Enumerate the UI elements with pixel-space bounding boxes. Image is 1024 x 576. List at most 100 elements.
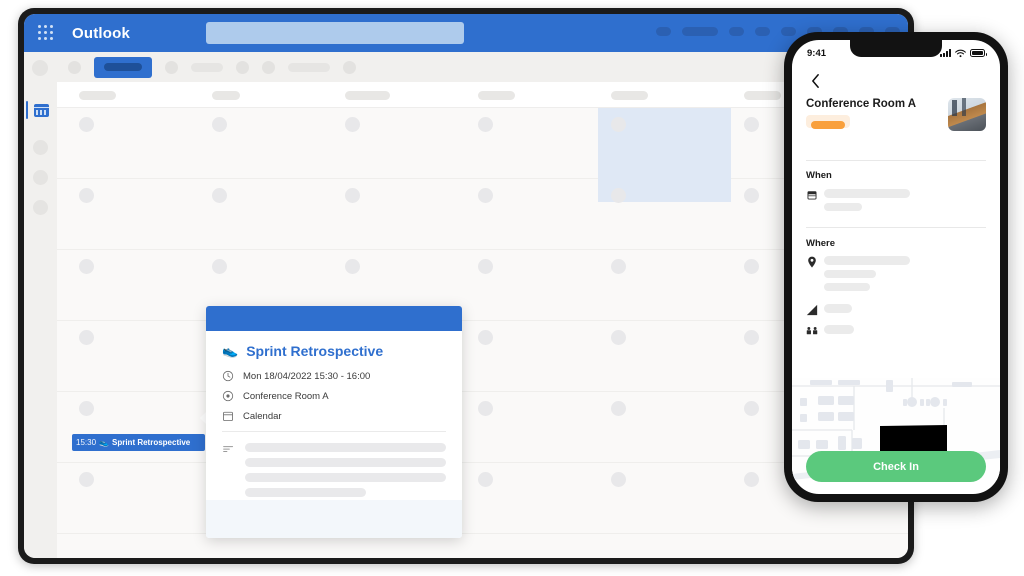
column-header-3 xyxy=(345,91,390,100)
left-navigation-rail xyxy=(24,60,57,558)
where-line-1 xyxy=(824,256,910,265)
clock-icon xyxy=(222,370,234,382)
day-cell-marker xyxy=(478,117,493,132)
where-section-label: Where xyxy=(806,238,836,249)
laptop-device-frame: Outlook 15:30 👟 Sprint Retrospective 👟 S… xyxy=(18,8,914,564)
notes-line xyxy=(245,473,446,482)
wifi-icon xyxy=(955,49,966,57)
day-cell-marker xyxy=(212,117,227,132)
calendar-week-row[interactable] xyxy=(57,321,908,392)
day-cell-marker xyxy=(611,472,626,487)
header-icon-3[interactable] xyxy=(729,27,744,36)
cellular-signal-icon xyxy=(940,49,951,57)
rail-item-4[interactable] xyxy=(33,200,48,215)
day-cell-marker xyxy=(345,117,360,132)
day-cell-marker xyxy=(744,117,759,132)
day-cell-marker xyxy=(611,188,626,203)
header-icon-5[interactable] xyxy=(781,27,796,36)
day-cell-marker xyxy=(744,259,759,274)
day-cell-marker xyxy=(478,401,493,416)
toolbar-item-3[interactable] xyxy=(191,62,223,72)
running-shoe-icon: 👟 xyxy=(99,438,109,447)
toolbar-icon-1[interactable] xyxy=(68,60,81,74)
day-cell-marker xyxy=(478,472,493,487)
calendar-event-chip[interactable]: 15:30 👟 Sprint Retrospective xyxy=(72,434,205,451)
day-cell-marker xyxy=(744,188,759,203)
location-pin-icon xyxy=(808,256,816,268)
toolbar-active-button[interactable] xyxy=(94,56,152,78)
toolbar-icon-4[interactable] xyxy=(236,60,249,74)
seats-capacity-icon xyxy=(806,327,818,335)
calendar-grid: 15:30 👟 Sprint Retrospective xyxy=(57,82,908,558)
day-cell-marker xyxy=(79,188,94,203)
notes-line xyxy=(245,458,446,467)
search-input[interactable] xyxy=(206,22,464,44)
day-cell-marker xyxy=(478,330,493,345)
when-section-label: When xyxy=(806,170,832,181)
battery-full-icon xyxy=(970,49,987,57)
column-header-5 xyxy=(611,91,648,100)
rail-item-top[interactable] xyxy=(32,60,48,76)
event-time-text: Mon 18/04/2022 15:30 - 16:00 xyxy=(243,370,371,382)
toolbar-icon-5[interactable] xyxy=(262,60,275,74)
calendar-icon xyxy=(33,103,49,117)
laptop-screen: Outlook 15:30 👟 Sprint Retrospective 👟 S… xyxy=(24,14,908,558)
status-time: 9:41 xyxy=(807,47,827,59)
calendar-toolbar xyxy=(24,52,908,82)
app-title: Outlook xyxy=(72,24,131,42)
column-header-6 xyxy=(744,91,781,100)
capacity-signal-line xyxy=(824,304,852,313)
day-cell-marker xyxy=(212,259,227,274)
calendar-column-headers xyxy=(57,82,908,108)
day-cell-marker xyxy=(345,259,360,274)
where-line-2 xyxy=(824,270,876,278)
outlook-header-bar: Outlook xyxy=(24,14,908,52)
room-header-text: Conference Room A xyxy=(806,98,917,129)
day-cell-marker xyxy=(345,188,360,203)
when-line-1 xyxy=(824,189,910,198)
status-badge xyxy=(806,115,850,129)
room-name: Conference Room A xyxy=(806,98,917,110)
day-cell-marker xyxy=(478,188,493,203)
app-launcher-waffle-icon[interactable] xyxy=(38,25,54,41)
event-calendar-row: Calendar xyxy=(222,410,446,422)
calendar-icon xyxy=(223,411,233,421)
conference-room-photo[interactable] xyxy=(948,98,986,131)
chevron-left-icon xyxy=(811,74,819,88)
day-cell-marker xyxy=(611,401,626,416)
toolbar-item-6[interactable] xyxy=(288,62,330,72)
calendar-week-row[interactable] xyxy=(57,463,908,534)
day-cell-marker xyxy=(79,330,94,345)
rail-item-2[interactable] xyxy=(33,140,48,155)
calendar-week-row[interactable] xyxy=(57,392,908,463)
calendar-week-row[interactable] xyxy=(57,179,908,250)
day-cell-marker xyxy=(744,472,759,487)
where-line-3 xyxy=(824,283,870,291)
day-cell-marker xyxy=(611,330,626,345)
check-in-button[interactable]: Check In xyxy=(806,451,986,482)
popup-footer xyxy=(206,500,462,538)
back-button[interactable] xyxy=(806,72,824,90)
rail-item-3[interactable] xyxy=(33,170,48,185)
status-icon-group xyxy=(940,49,987,58)
event-chip-title: Sprint Retrospective xyxy=(112,438,191,447)
day-cell-marker xyxy=(611,117,626,132)
header-icon-1[interactable] xyxy=(656,27,671,36)
location-icon xyxy=(222,390,234,402)
calendar-icon xyxy=(807,191,817,200)
day-cell-marker xyxy=(611,259,626,274)
header-icon-4[interactable] xyxy=(755,27,770,36)
header-icon-2[interactable] xyxy=(682,27,718,36)
phone-notch xyxy=(850,40,942,57)
calendar-week-row[interactable] xyxy=(57,250,908,321)
sidebar-item-calendar[interactable] xyxy=(26,100,52,120)
toolbar-icon-2[interactable] xyxy=(165,60,178,74)
when-line-2 xyxy=(824,203,862,211)
day-cell-marker xyxy=(79,117,94,132)
toolbar-icon-7[interactable] xyxy=(343,60,356,74)
calendar-week-row[interactable] xyxy=(57,108,908,202)
column-header-1 xyxy=(79,91,116,100)
room-header: Conference Room A xyxy=(806,98,986,131)
section-divider xyxy=(806,160,986,161)
phone-screen: 9:41 Conference Room A When Where Check … xyxy=(792,40,1000,494)
